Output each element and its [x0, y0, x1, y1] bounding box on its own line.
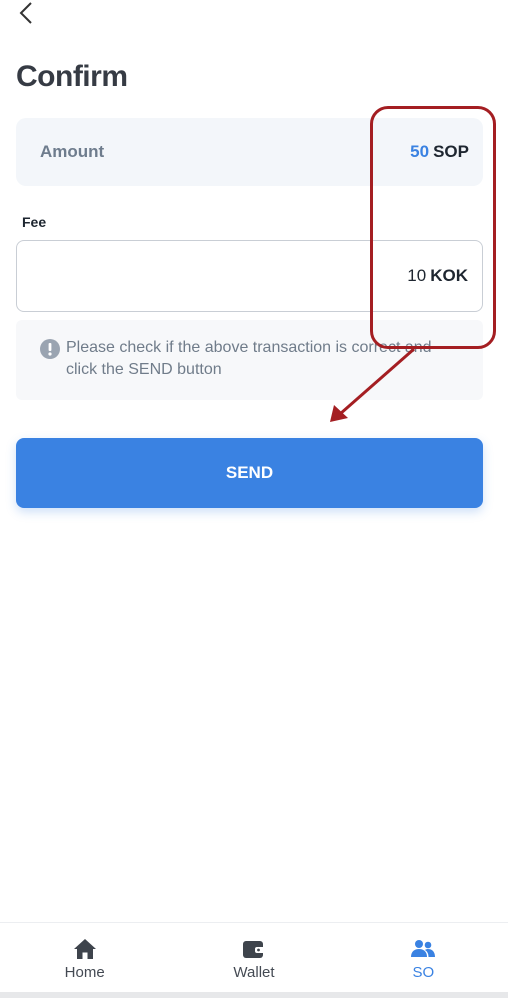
- amount-label: Amount: [40, 142, 105, 161]
- nav-item-so[interactable]: SO: [339, 923, 508, 992]
- page-title: Confirm: [16, 60, 128, 93]
- fee-unit: KOK: [430, 266, 468, 285]
- nav-label-home: Home: [64, 964, 105, 981]
- info-circle-icon: [40, 339, 60, 359]
- amount-number: 50: [410, 142, 430, 161]
- confirm-screen: Confirm Amount 50 SOP Fee 10 KOK Please ch…: [0, 0, 508, 998]
- fee-number: 10: [407, 266, 427, 285]
- nav-label-wallet: Wallet: [233, 964, 275, 981]
- nav-label-so: SO: [412, 964, 435, 981]
- send-button[interactable]: SEND: [16, 438, 483, 508]
- back-button[interactable]: [12, 0, 40, 26]
- amount-unit: SOP: [433, 142, 469, 161]
- wallet-icon: [242, 941, 265, 958]
- notice-box: Please check if the above transaction is…: [16, 320, 483, 400]
- notice-text: Please check if the above transaction is…: [66, 339, 432, 378]
- fee-value: 10 KOK: [407, 266, 468, 286]
- bottom-nav: Home Wallet SO: [0, 922, 508, 992]
- nav-item-wallet[interactable]: Wallet: [169, 923, 338, 992]
- users-icon: [411, 940, 436, 957]
- home-icon: [73, 939, 96, 959]
- nav-item-home[interactable]: Home: [0, 923, 169, 992]
- fee-field[interactable]: 10 KOK: [16, 240, 483, 312]
- fee-label: Fee: [22, 214, 47, 230]
- amount-value: 50 SOP: [410, 142, 469, 162]
- amount-card: Amount 50 SOP: [16, 118, 483, 186]
- chevron-left-icon: [19, 2, 32, 24]
- system-nav-strip: [0, 992, 508, 998]
